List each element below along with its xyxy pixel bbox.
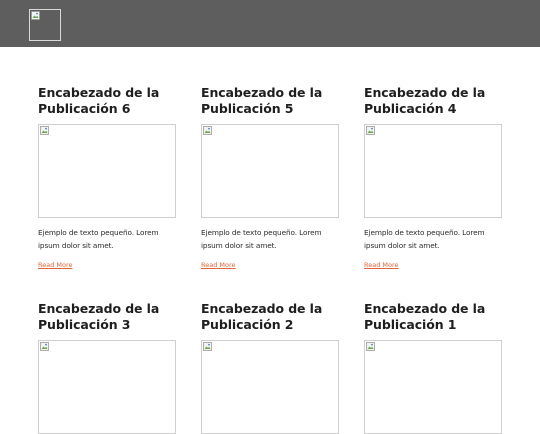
broken-image-icon (366, 342, 375, 351)
post-card: Encabezado de la Publicación 3 (38, 301, 176, 434)
post-excerpt: Ejemplo de texto pequeño. Lorem ipsum do… (38, 228, 159, 250)
read-more-link[interactable]: Read More (38, 261, 73, 270)
post-title[interactable]: Encabezado de la Publicación 1 (364, 301, 502, 333)
post-title[interactable]: Encabezado de la Publicación 3 (38, 301, 176, 333)
post-excerpt: Ejemplo de texto pequeño. Lorem ipsum do… (201, 228, 322, 250)
broken-image-icon (203, 126, 212, 135)
post-title[interactable]: Encabezado de la Publicación 5 (201, 85, 339, 117)
post-card: Encabezado de la Publicación 4 Ejemplo d… (364, 85, 502, 271)
post-title[interactable]: Encabezado de la Publicación 2 (201, 301, 339, 333)
post-card: Encabezado de la Publicación 2 (201, 301, 339, 434)
broken-image-icon (203, 342, 212, 351)
post-card: Encabezado de la Publicación 5 Ejemplo d… (201, 85, 339, 271)
header-bar (0, 0, 540, 47)
read-more-link[interactable]: Read More (201, 261, 236, 270)
post-card: Encabezado de la Publicación 6 Ejemplo d… (38, 85, 176, 271)
read-more-link[interactable]: Read More (364, 261, 399, 270)
logo-image[interactable] (29, 9, 61, 41)
post-image[interactable] (364, 340, 502, 434)
post-excerpt: Ejemplo de texto pequeño. Lorem ipsum do… (364, 228, 485, 250)
post-card: Encabezado de la Publicación 1 (364, 301, 502, 434)
broken-image-icon (31, 11, 40, 20)
post-title[interactable]: Encabezado de la Publicación 4 (364, 85, 502, 117)
post-image[interactable] (38, 124, 176, 218)
broken-image-icon (366, 126, 375, 135)
post-image[interactable] (38, 340, 176, 434)
post-title[interactable]: Encabezado de la Publicación 6 (38, 85, 176, 117)
post-image[interactable] (201, 124, 339, 218)
broken-image-icon (40, 342, 49, 351)
post-image[interactable] (364, 124, 502, 218)
post-image[interactable] (201, 340, 339, 434)
broken-image-icon (40, 126, 49, 135)
